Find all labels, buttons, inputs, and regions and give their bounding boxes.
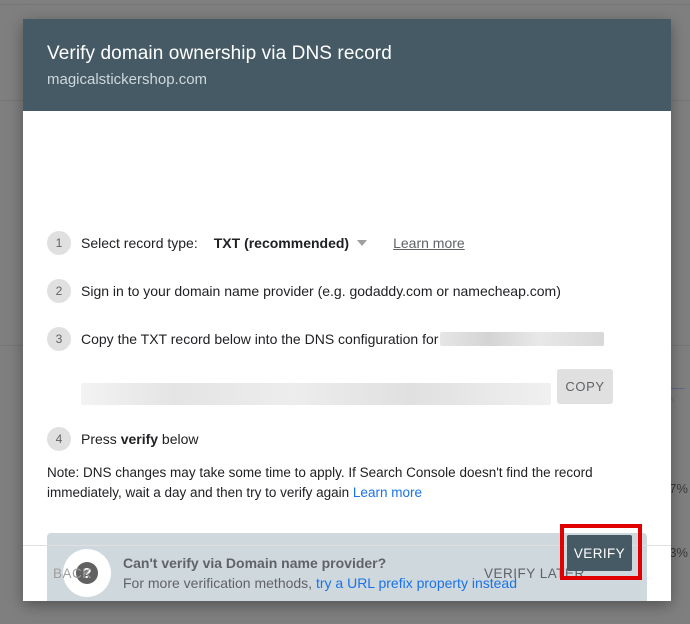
verify-dns-dialog: Verify domain ownership via DNS record m… bbox=[23, 19, 671, 601]
step-number: 1 bbox=[47, 231, 71, 255]
step-sign-in: 2 Sign in to your domain name provider (… bbox=[47, 279, 561, 303]
learn-more-link[interactable]: Learn more bbox=[393, 235, 465, 251]
redacted-domain bbox=[440, 332, 605, 346]
step-label: Select record type: bbox=[81, 235, 198, 251]
backdrop-percent: 7% bbox=[669, 481, 688, 496]
dialog-title: Verify domain ownership via DNS record bbox=[47, 43, 392, 64]
step-label: Copy the TXT record below into the DNS c… bbox=[81, 331, 439, 347]
step-select-record-type: 1 Select record type: TXT (recommended) … bbox=[47, 231, 465, 255]
step-number: 3 bbox=[47, 327, 71, 351]
step-press-verify: 4 Press verify below bbox=[47, 427, 199, 451]
copy-button[interactable]: COPY bbox=[557, 369, 613, 404]
step-label-bold: verify bbox=[120, 431, 159, 447]
back-button[interactable]: BACK bbox=[53, 566, 92, 581]
backdrop-percent: 3% bbox=[669, 545, 688, 560]
dns-note: Note: DNS changes may take some time to … bbox=[47, 463, 647, 503]
chevron-down-icon bbox=[357, 240, 368, 246]
record-type-select[interactable]: TXT (recommended) bbox=[213, 235, 368, 251]
backdrop-divider bbox=[0, 4, 690, 5]
note-text: Note: DNS changes may take some time to … bbox=[47, 465, 593, 500]
step-copy-record: 3 Copy the TXT record below into the DNS… bbox=[47, 327, 605, 351]
step-label-prefix: Press bbox=[81, 431, 121, 447]
redacted-txt-record bbox=[81, 383, 551, 405]
dialog-subtitle: magicalstickershop.com bbox=[47, 71, 208, 88]
record-type-value: TXT (recommended) bbox=[213, 235, 350, 251]
note-learn-more-link[interactable]: Learn more bbox=[353, 485, 422, 500]
dialog-header: Verify domain ownership via DNS record m… bbox=[23, 19, 671, 111]
verify-button[interactable]: VERIFY bbox=[567, 535, 632, 571]
step-label: Sign in to your domain name provider (e.… bbox=[81, 283, 561, 299]
step-number: 4 bbox=[47, 427, 71, 451]
step-number: 2 bbox=[47, 279, 71, 303]
step-label-suffix: below bbox=[158, 431, 199, 447]
